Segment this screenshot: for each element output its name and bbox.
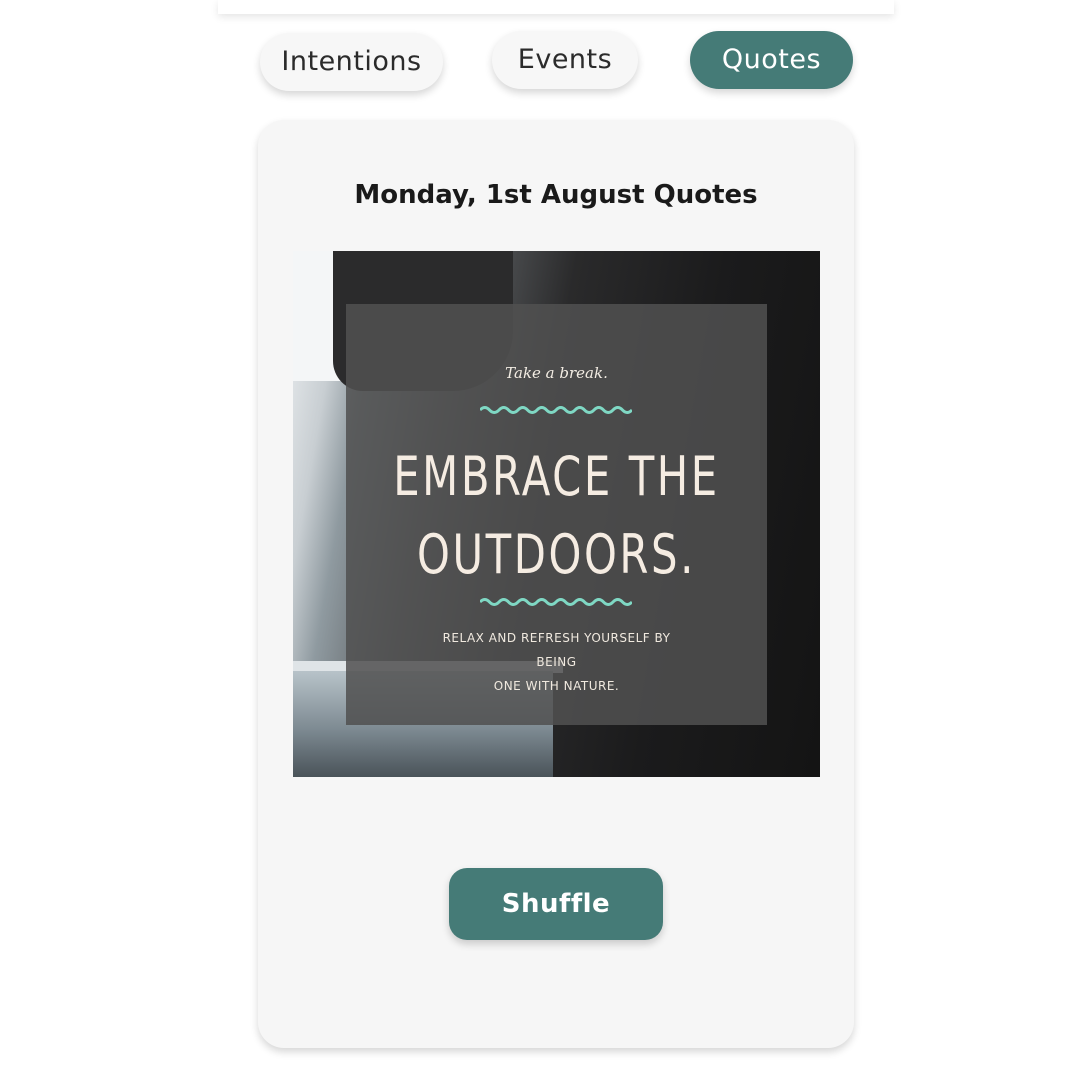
header-strip: [218, 0, 894, 14]
quote-tagline: Take a break.: [505, 364, 608, 382]
quote-subtext-line-1: RELAX AND REFRESH YOURSELF BY BEING: [442, 631, 671, 669]
tab-events[interactable]: Events: [492, 31, 638, 89]
card-title: Monday, 1st August Quotes: [354, 180, 758, 210]
shuffle-button[interactable]: Shuffle: [449, 868, 663, 940]
quote-subtext-line-2: ONE WITH NATURE.: [493, 679, 620, 693]
quote-image: Take a break. EMBRACE THE OUTDOORS. RELA…: [293, 251, 820, 777]
quote-card: Monday, 1st August Quotes Take a break. …: [258, 120, 854, 1048]
wave-divider-bottom: [480, 598, 632, 606]
quote-headline-line-2: OUTDOORS.: [417, 523, 696, 586]
quotes-screen: Intentions Events Quotes Monday, 1st Aug…: [0, 0, 1080, 1080]
quote-subtext: RELAX AND REFRESH YOURSELF BY BEING ONE …: [426, 626, 687, 698]
tab-intentions[interactable]: Intentions: [260, 33, 443, 91]
quote-overlay: Take a break. EMBRACE THE OUTDOORS. RELA…: [346, 304, 767, 725]
tab-quotes[interactable]: Quotes: [690, 31, 853, 89]
quote-headline-line-1: EMBRACE THE: [393, 445, 720, 508]
quote-headline: EMBRACE THE OUTDOORS.: [375, 438, 737, 594]
wave-divider-top: [480, 406, 632, 414]
